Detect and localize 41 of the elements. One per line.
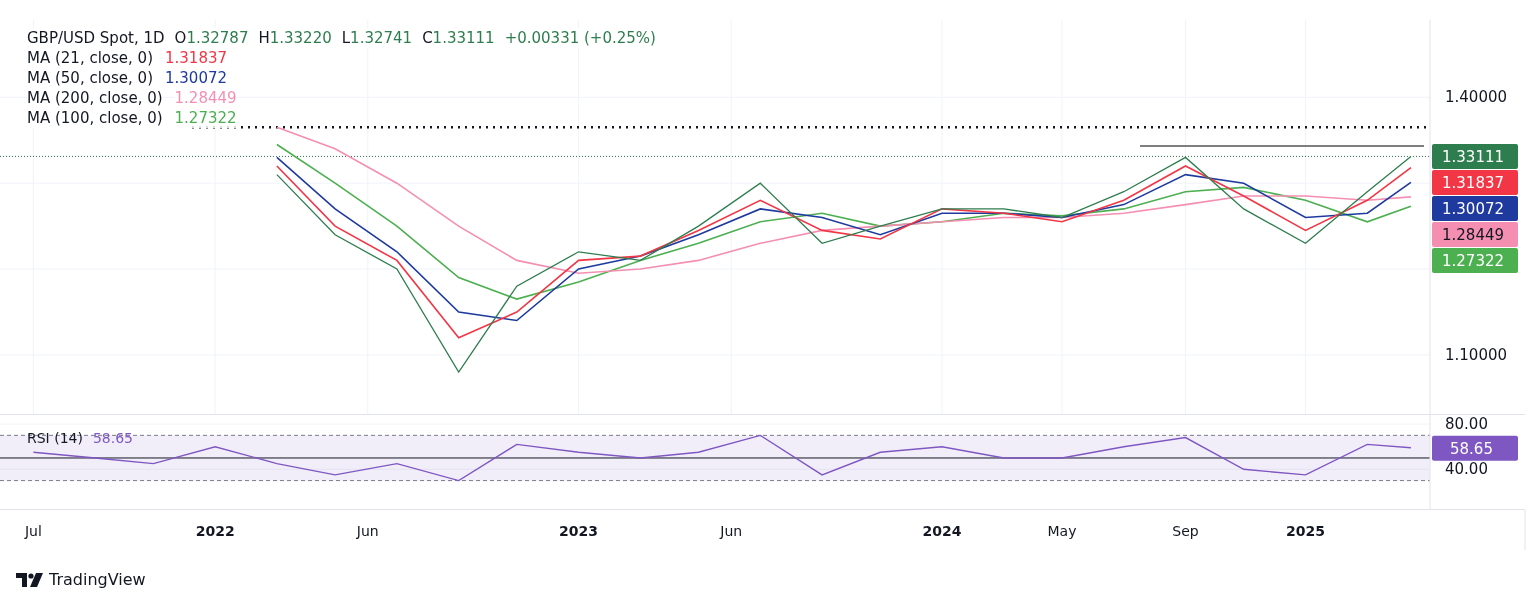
rsi-label: 58.65	[1432, 435, 1518, 461]
indicator-value: 1.30072	[165, 68, 228, 88]
rsi-axis-label: 80.00	[1445, 415, 1488, 434]
rsi-axis-label: 40.00	[1445, 460, 1488, 479]
price-axis-label: 1.10000	[1445, 345, 1508, 364]
date-label: Sep	[1172, 523, 1199, 539]
date-label: Jul	[25, 523, 42, 539]
indicator-label: RSI (14)	[27, 430, 83, 446]
date-label: Jun	[720, 523, 743, 539]
indicator-value: 58.65	[92, 430, 134, 446]
ohlc-value: 1.32787	[186, 28, 249, 48]
date-label: 2024	[922, 523, 962, 539]
indicator-label: MA (21, close, 0)	[27, 48, 153, 68]
ohlc-value: 1.33111	[432, 28, 495, 48]
ohlc-label: O	[174, 28, 187, 48]
change-value: +0.00331 (+0.25%)	[504, 28, 656, 48]
ohlc-label: H	[258, 28, 270, 48]
ohlc-label: C	[422, 28, 433, 48]
price-label: 1.28449	[1432, 221, 1518, 247]
price-label: 1.27322	[1432, 247, 1518, 273]
date-label: 2022	[195, 523, 235, 539]
indicator-label: MA (100, close, 0)	[27, 108, 163, 128]
price-label: 1.33111	[1432, 143, 1518, 169]
indicator-value: 1.28449	[174, 88, 237, 108]
chart-title: GBP/USD Spot, 1D	[27, 28, 165, 48]
logo-icon	[16, 572, 43, 587]
ohlc-value: 1.33220	[269, 28, 332, 48]
indicator-label: MA (50, close, 0)	[27, 68, 153, 88]
indicator-value: 1.27322	[174, 108, 237, 128]
price-label: 1.30072	[1432, 195, 1518, 221]
ohlc-value: 1.32741	[350, 28, 413, 48]
ohlc-label: L	[341, 28, 351, 48]
date-label: May	[1047, 523, 1077, 539]
indicator-label: MA (200, close, 0)	[27, 88, 163, 108]
price-label: 1.31837	[1432, 169, 1518, 195]
date-label: 2025	[1286, 523, 1325, 539]
brand-name: TradingView	[49, 570, 146, 589]
date-label: 2023	[559, 523, 599, 539]
price-axis-label: 1.40000	[1445, 88, 1508, 107]
indicator-value: 1.31837	[165, 48, 228, 68]
date-label: Jun	[356, 523, 379, 539]
